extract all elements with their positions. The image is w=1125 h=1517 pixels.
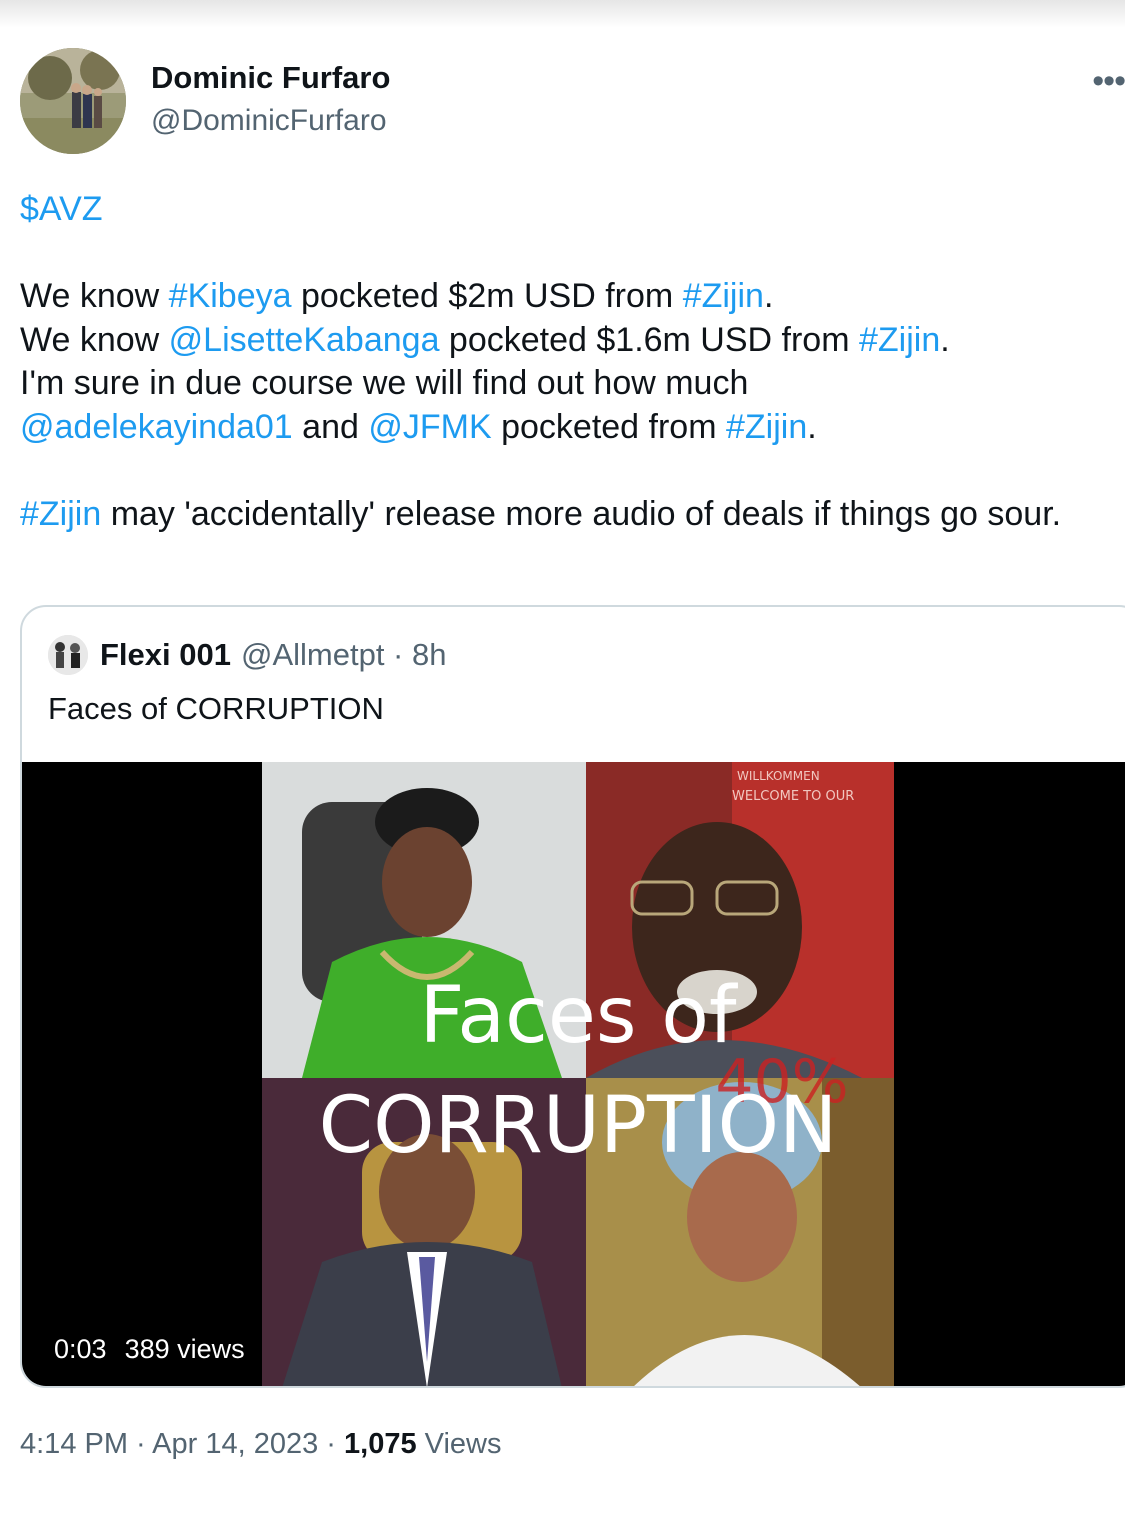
quoted-author-handle[interactable]: @Allmetpt · 8h — [241, 637, 446, 673]
mention-link[interactable]: @LisetteKabanga — [169, 321, 440, 359]
tweet-line-3: I'm sure in due course we will find out … — [20, 364, 749, 402]
hashtag-link[interactable]: #Zijin — [20, 495, 101, 533]
sign-text-2: WELCOME TO OUR — [732, 789, 854, 804]
window-top-shadow — [0, 0, 1125, 28]
cashtag-link[interactable]: $AVZ — [20, 190, 103, 228]
hashtag-link[interactable]: #Zijin — [683, 277, 764, 315]
tweet-line-5: #Zijin may 'accidentally' release more a… — [20, 494, 1062, 533]
hashtag-link[interactable]: #Zijin — [859, 321, 940, 359]
video-meta-badge: 0:03 389 views — [42, 1328, 257, 1370]
quoted-tweet-header: Flexi 001 @Allmetpt · 8h — [48, 635, 446, 675]
hashtag-link[interactable]: #Zijin — [726, 408, 807, 446]
more-options-icon[interactable]: ••• — [1092, 62, 1125, 101]
sign-text-1: WILLKOMMEN — [737, 769, 820, 783]
tweet-line-2: We know @LisetteKabanga pocketed $1.6m U… — [20, 320, 950, 359]
tweet-line-4: @adelekayinda01 and @JFMK pocketed from … — [20, 407, 817, 446]
tweet-header: Dominic Furfaro @DominicFurfaro ••• — [20, 48, 1125, 156]
tweet-text: $AVZ We know #Kibeya pocketed $2m USD fr… — [20, 188, 1120, 536]
quoted-author-avatar[interactable] — [48, 635, 88, 675]
author-handle[interactable]: @DominicFurfaro — [151, 104, 387, 138]
quoted-tweet-card[interactable]: Flexi 001 @Allmetpt · 8h Faces of CORRUP… — [20, 605, 1125, 1388]
quoted-tweet-text: Faces of CORRUPTION — [48, 691, 384, 726]
video-views: 389 views — [124, 1333, 245, 1364]
views-count: 1,075 — [344, 1428, 417, 1460]
mention-link[interactable]: @JFMK — [368, 408, 491, 446]
tweet-footer: 4:14 PM · Apr 14, 2023 · 1,075 Views — [20, 1428, 501, 1461]
tweet-line-1: We know #Kibeya pocketed $2m USD from #Z… — [20, 277, 774, 315]
video-player[interactable]: WILLKOMMEN WELCOME TO OUR 40% Faces of C… — [22, 762, 1125, 1386]
tweet-timestamp[interactable]: 4:14 PM · Apr 14, 2023 · — [20, 1428, 344, 1460]
mention-link[interactable]: @adelekayinda01 — [20, 408, 293, 446]
author-avatar[interactable] — [20, 48, 126, 154]
author-name[interactable]: Dominic Furfaro — [151, 60, 390, 96]
overlay-title-line-2: CORRUPTION — [319, 1081, 838, 1171]
overlay-title-line-1: Faces of — [420, 971, 739, 1061]
video-thumbnail: WILLKOMMEN WELCOME TO OUR 40% Faces of C… — [262, 762, 894, 1386]
hashtag-link[interactable]: #Kibeya — [169, 277, 292, 315]
views-label: Views — [416, 1428, 502, 1460]
video-duration: 0:03 — [54, 1333, 107, 1364]
quoted-author-name[interactable]: Flexi 001 — [100, 637, 231, 673]
